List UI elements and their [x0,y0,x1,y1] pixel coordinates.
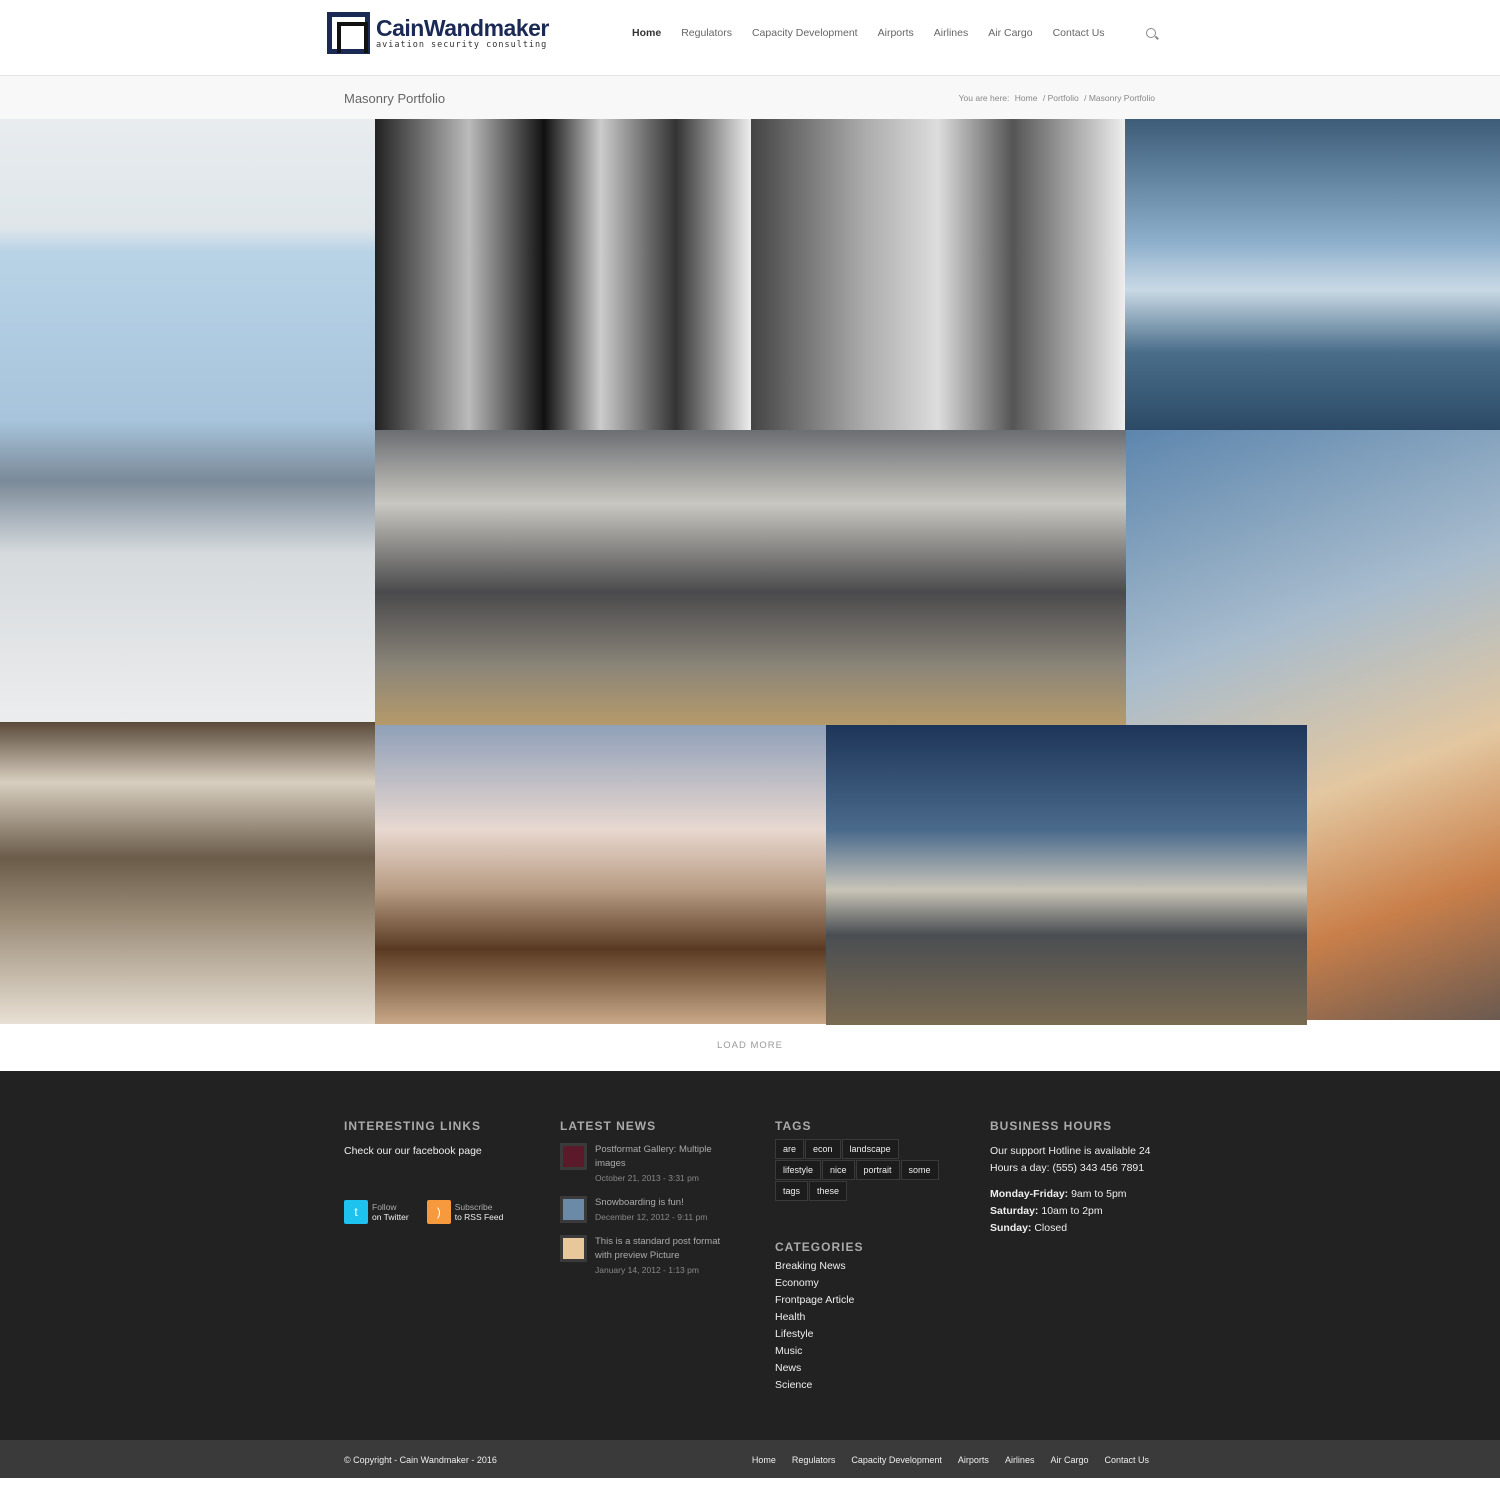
footer-nav-contact-us[interactable]: Contact Us [1104,1455,1149,1465]
brand-tagline: aviation security consulting [376,40,548,50]
portfolio-item[interactable] [0,722,375,1024]
tag[interactable]: nice [822,1160,855,1180]
tags-section: TAGS are econ landscape lifestyle nice p… [775,1119,965,1394]
breadcrumb: You are here: Home / Portfolio / Masonry… [956,93,1155,103]
brand-name: CainWandmaker [376,15,549,41]
rss-icon[interactable]: ) [426,1200,451,1224]
portfolio-item[interactable] [375,119,751,430]
load-more-button[interactable]: LOAD MORE [0,1040,1500,1051]
hours-row: Monday-Friday: 9am to 5pm [990,1188,1127,1200]
footer-nav: Home Regulators Capacity Development Air… [736,1455,1149,1465]
rss-link[interactable]: Subscribe to RSS Feed [455,1202,504,1222]
page-title: Masonry Portfolio [344,91,446,106]
logo[interactable]: CainWandmaker aviation security consulti… [327,12,549,54]
logo-mark-icon [327,12,370,54]
category-link[interactable]: Economy [775,1275,965,1292]
site-header: CainWandmaker aviation security consulti… [0,0,1500,76]
nav-airlines[interactable]: Airlines [934,27,968,39]
hotline-text: Our support Hotline is available 24 Hour… [990,1145,1151,1174]
tag[interactable]: portrait [855,1160,900,1180]
title-bar: Masonry Portfolio You are here: Home / P… [0,76,1500,119]
business-hours: BUSINESS HOURS Our support Hotline is av… [990,1119,1165,1237]
section-heading: BUSINESS HOURS [990,1119,1113,1133]
tag[interactable]: lifestyle [775,1160,822,1180]
portfolio-item[interactable] [826,725,1307,1025]
nav-regulators[interactable]: Regulators [681,27,732,39]
twitter-icon[interactable]: t [344,1200,368,1224]
category-link[interactable]: Health [775,1309,965,1326]
nav-capacity-development[interactable]: Capacity Development [752,27,858,39]
breadcrumb-prefix: You are here: [958,93,1010,103]
hours-row: Sunday: Closed [990,1222,1068,1234]
nav-contact-us[interactable]: Contact Us [1053,27,1105,39]
tag[interactable]: tags [775,1181,809,1201]
news-item[interactable]: This is a standard post format with prev… [560,1235,750,1278]
search-icon[interactable] [1146,28,1156,38]
section-heading: CATEGORIES [775,1240,864,1254]
footer-nav-regulators[interactable]: Regulators [792,1455,836,1465]
news-thumbnail [560,1196,587,1223]
breadcrumb-home[interactable]: Home [1015,93,1038,103]
latest-news: LATEST NEWS Postformat Gallery: Multiple… [560,1119,750,1288]
tag[interactable]: some [900,1160,939,1180]
portfolio-item[interactable] [0,119,375,722]
bottom-bar: © Copyright - Cain Wandmaker - 2016 Home… [0,1440,1500,1478]
category-link[interactable]: Music [775,1343,965,1360]
portfolio-item[interactable] [1125,119,1500,430]
news-item[interactable]: Snowboarding is fun! December 12, 2012 - … [560,1196,750,1225]
category-link[interactable]: Frontpage Article [775,1292,965,1309]
portfolio-item[interactable] [751,119,1125,430]
breadcrumb-portfolio[interactable]: / Portfolio [1043,93,1079,103]
section-heading: LATEST NEWS [560,1119,657,1133]
nav-home[interactable]: Home [632,27,661,39]
section-heading: INTERESTING LINKS [344,1119,482,1133]
twitter-link[interactable]: Follow on Twitter [372,1202,409,1222]
category-link[interactable]: Lifestyle [775,1326,965,1343]
portfolio-item[interactable] [375,725,826,1024]
tag[interactable]: landscape [841,1139,899,1159]
category-link[interactable]: News [775,1360,965,1377]
tag[interactable]: are [775,1139,805,1159]
breadcrumb-current: / Masonry Portfolio [1084,93,1155,103]
nav-air-cargo[interactable]: Air Cargo [988,27,1032,39]
copyright: © Copyright - Cain Wandmaker - 2016 [344,1455,497,1465]
footer-nav-air-cargo[interactable]: Air Cargo [1050,1455,1088,1465]
portfolio-item[interactable] [375,430,1126,725]
main-nav: Home Regulators Capacity Development Air… [622,27,1115,39]
news-thumbnail [560,1143,587,1170]
nav-airports[interactable]: Airports [878,27,914,39]
interesting-links: INTERESTING LINKS Check our our facebook… [344,1119,534,1224]
tag[interactable]: these [809,1181,848,1201]
footer-nav-capacity-development[interactable]: Capacity Development [851,1455,942,1465]
footer: INTERESTING LINKS Check our our facebook… [0,1071,1500,1440]
footer-nav-airlines[interactable]: Airlines [1005,1455,1035,1465]
category-link[interactable]: Breaking News [775,1258,965,1275]
category-link[interactable]: Science [775,1377,965,1394]
tag[interactable]: econ [805,1139,841,1159]
news-item[interactable]: Postformat Gallery: Multiple images Octob… [560,1143,750,1186]
hours-row: Saturday: 10am to 2pm [990,1205,1103,1217]
facebook-link[interactable]: Check our our facebook page [344,1143,534,1160]
news-thumbnail [560,1235,587,1262]
footer-nav-home[interactable]: Home [752,1455,776,1465]
section-heading: TAGS [775,1119,812,1133]
footer-nav-airports[interactable]: Airports [958,1455,989,1465]
